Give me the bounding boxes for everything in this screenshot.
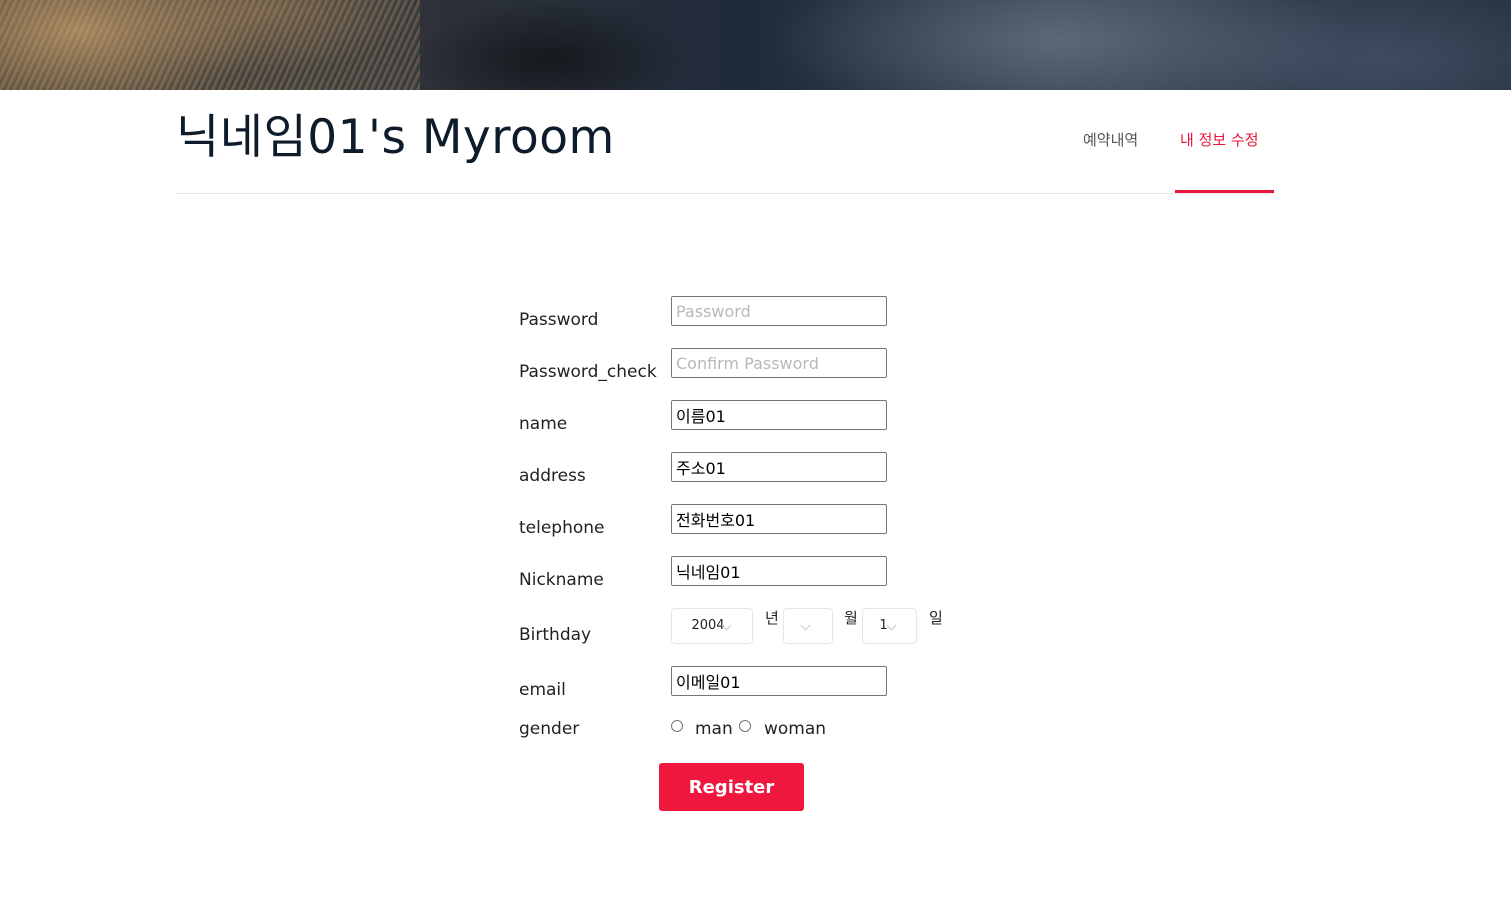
gender-radio-woman[interactable] (739, 720, 751, 732)
telephone-input[interactable] (671, 504, 887, 534)
birth-month-unit: 월 (844, 609, 858, 627)
hero-banner-image (0, 0, 1511, 90)
name-input[interactable] (671, 400, 887, 430)
password-check-label: Password_check (519, 362, 657, 382)
password-input[interactable] (671, 296, 887, 326)
gender-option-woman-label: woman (764, 719, 827, 739)
gender-option-man-label: man (695, 719, 733, 739)
register-button[interactable]: Register (659, 763, 804, 811)
birth-month-select[interactable] (783, 608, 833, 644)
nav-reservation-history[interactable]: 예약내역 (1083, 126, 1138, 154)
birthday-label: Birthday (519, 625, 592, 645)
hero-image-shade (420, 0, 680, 90)
gender-radio-man[interactable] (671, 720, 683, 732)
page-title: 닉네임01's Myroom (176, 110, 615, 165)
birth-day-select[interactable]: 1 (862, 608, 917, 644)
birth-year-unit: 년 (765, 609, 779, 627)
password-label: Password (519, 310, 599, 330)
address-label: address (519, 466, 586, 486)
nickname-label: Nickname (519, 570, 604, 590)
email-input[interactable] (671, 666, 887, 696)
birth-year-select[interactable]: 2004 (671, 608, 753, 644)
gender-label: gender (519, 719, 580, 739)
password-check-input[interactable] (671, 348, 887, 378)
nav-edit-profile[interactable]: 내 정보 수정 (1180, 126, 1259, 154)
hero-image-detail (0, 0, 420, 90)
nickname-input[interactable] (671, 556, 887, 586)
chevron-down-icon (800, 620, 811, 631)
telephone-label: telephone (519, 518, 605, 538)
address-input[interactable] (671, 452, 887, 482)
birth-day-value: 1 (879, 618, 888, 633)
email-label: email (519, 680, 566, 700)
name-label: name (519, 414, 568, 434)
birth-year-value: 2004 (691, 618, 725, 633)
birth-day-unit: 일 (929, 609, 943, 627)
header-divider (176, 193, 1274, 194)
